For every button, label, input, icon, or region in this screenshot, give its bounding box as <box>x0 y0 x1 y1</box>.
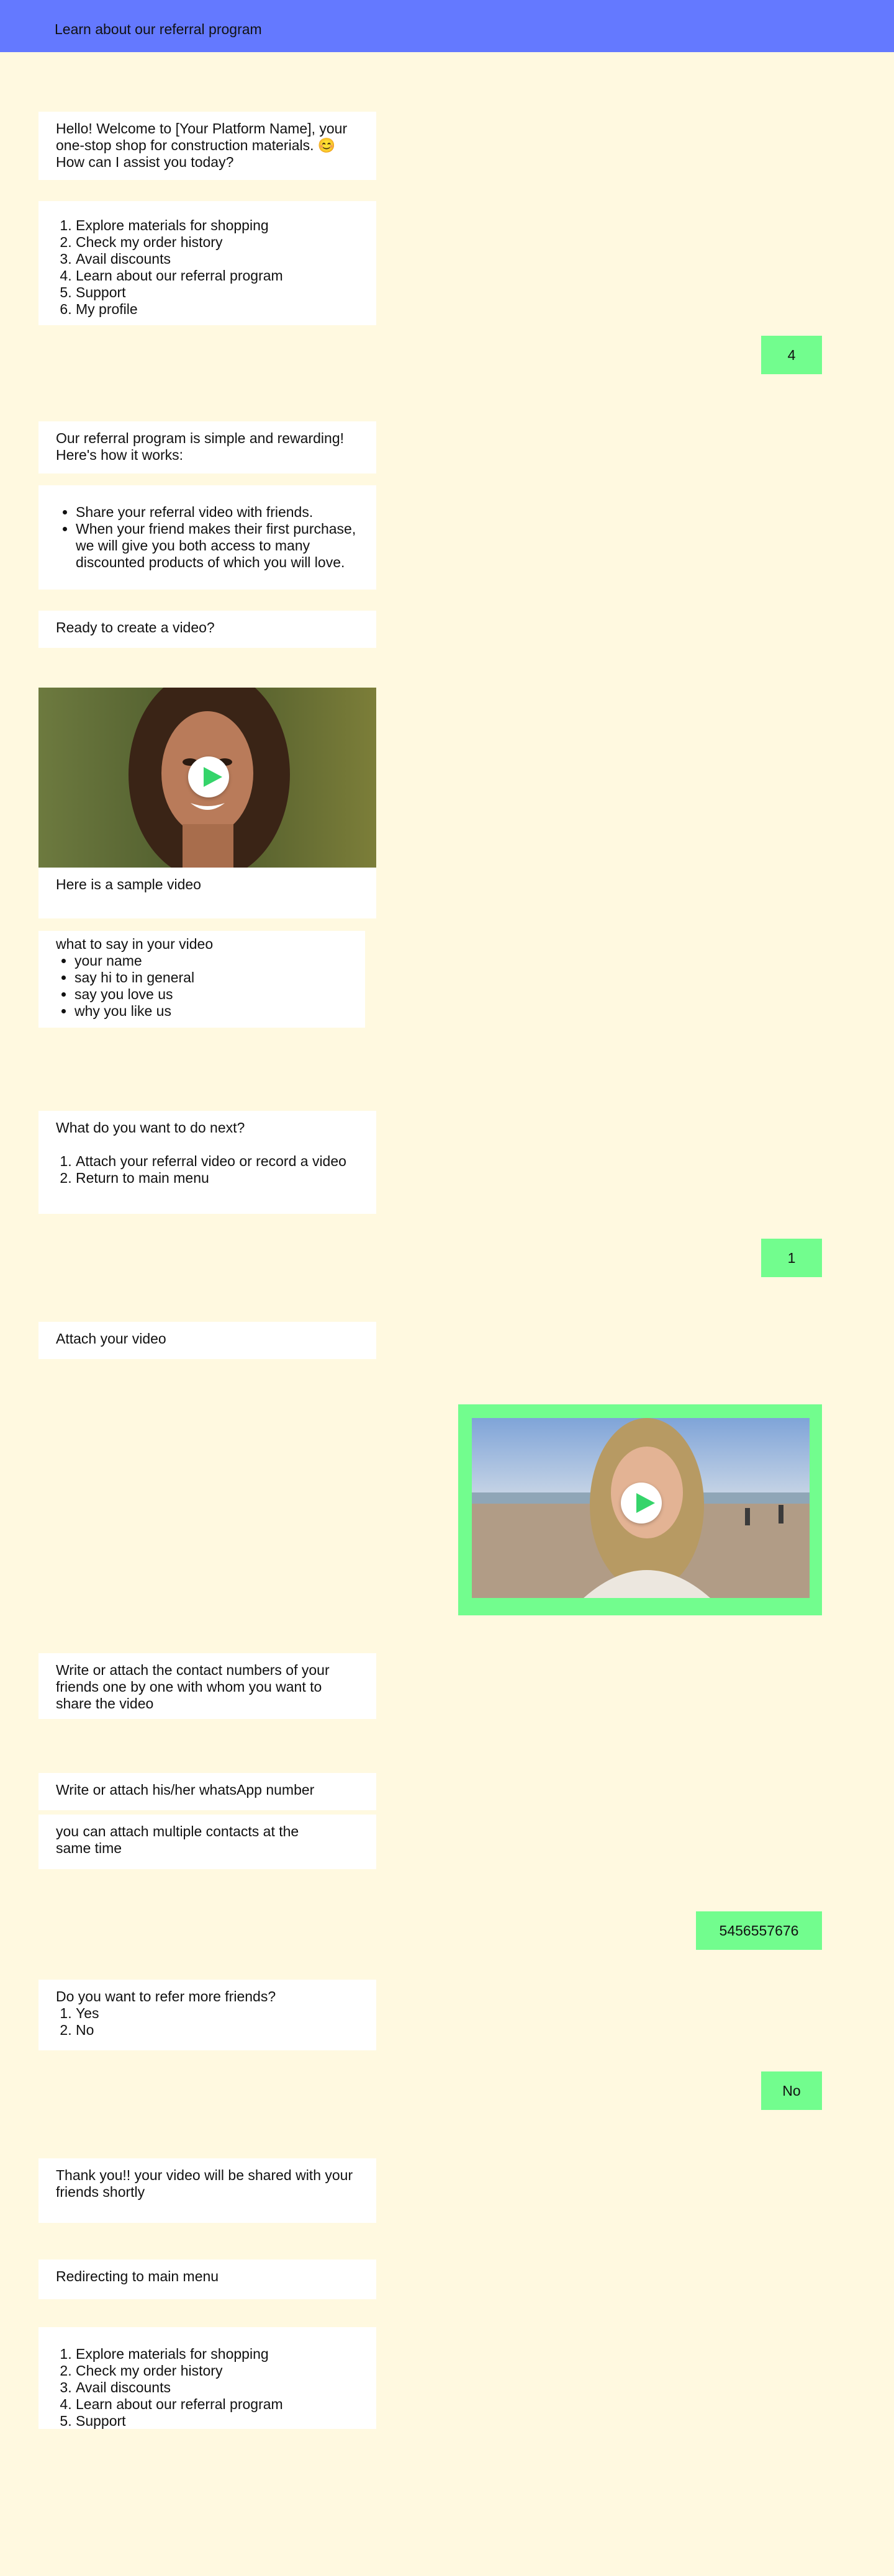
refer-more-text: Do you want to refer more friends? <box>56 1988 276 2004</box>
bot-message-referral-intro: Our referral program is simple and rewar… <box>38 421 376 473</box>
sample-video[interactable] <box>38 688 376 868</box>
next-option[interactable]: Attach your referral video or record a v… <box>76 1153 359 1170</box>
tips-title: what to say in your video <box>56 936 214 952</box>
tips-list: your name say hi to in general say you l… <box>56 953 348 1020</box>
referral-intro-text: Our referral program is simple and rewar… <box>56 430 345 463</box>
user-reply-phone: 5456557676 <box>696 1911 822 1950</box>
menu-option[interactable]: Explore materials for shopping <box>76 217 359 234</box>
referral-step: When your friend makes their first purch… <box>76 521 359 571</box>
user-reply-refer-more: No <box>761 2071 822 2110</box>
next-prompt-text: What do you want to do next? <box>56 1120 245 1136</box>
bot-message-sample-caption: Here is a sample video <box>38 868 376 918</box>
refer-more-options: Yes No <box>56 2005 359 2039</box>
attached-video-player[interactable] <box>472 1418 810 1598</box>
tip-item: say you love us <box>74 986 348 1003</box>
refer-more-option[interactable]: No <box>76 2022 359 2039</box>
multiple-hint-text: you can attach multiple contacts at the … <box>56 1823 299 1856</box>
referral-steps-list: Share your referral video with friends. … <box>56 504 359 571</box>
refer-more-option[interactable]: Yes <box>76 2005 359 2022</box>
menu-option[interactable]: My profile <box>76 301 359 318</box>
attach-prompt-text: Attach your video <box>56 1331 166 1347</box>
bot-message-contacts-prompt: Write or attach the contact numbers of y… <box>38 1653 376 1719</box>
bot-message-next-prompt: What do you want to do next? Attach your… <box>38 1111 376 1214</box>
thanks-text: Thank you!! your video will be shared wi… <box>56 2167 353 2200</box>
bot-message-thanks: Thank you!! your video will be shared wi… <box>38 2158 376 2223</box>
next-options-list: Attach your referral video or record a v… <box>56 1153 359 1187</box>
next-option[interactable]: Return to main menu <box>76 1170 359 1187</box>
whatsapp-prompt-text: Write or attach his/her whatsApp number <box>56 1782 315 1798</box>
tip-item: your name <box>74 953 348 969</box>
menu-option[interactable]: Support <box>76 284 359 301</box>
user-reply-menu-choice: 4 <box>761 336 822 374</box>
bot-message-main-menu-repeat: Explore materials for shopping Check my … <box>38 2327 376 2429</box>
bot-message-main-menu: Explore materials for shopping Check my … <box>38 201 376 325</box>
menu-option[interactable]: Avail discounts <box>76 251 359 267</box>
play-icon[interactable] <box>188 756 229 797</box>
menu-option[interactable]: Check my order history <box>76 2363 359 2379</box>
tip-item: why you like us <box>74 1003 348 1020</box>
referral-step: Share your referral video with friends. <box>76 504 359 521</box>
main-menu-repeat-list: Explore materials for shopping Check my … <box>56 2346 359 2430</box>
header-title: Learn about our referral program <box>55 21 262 37</box>
user-attached-video[interactable] <box>458 1404 822 1615</box>
sample-caption-text: Here is a sample video <box>56 876 201 892</box>
bot-message-multiple-hint: you can attach multiple contacts at the … <box>38 1815 376 1869</box>
chat-header: Learn about our referral program <box>0 0 894 52</box>
welcome-text: Hello! Welcome to [Your Platform Name], … <box>56 120 348 170</box>
bot-message-refer-more: Do you want to refer more friends? Yes N… <box>38 1980 376 2050</box>
bot-message-attach-prompt: Attach your video <box>38 1322 376 1359</box>
tip-item: say hi to in general <box>74 969 348 986</box>
bot-message-referral-steps: Share your referral video with friends. … <box>38 485 376 590</box>
menu-option[interactable]: Avail discounts <box>76 2379 359 2396</box>
menu-option[interactable]: Check my order history <box>76 234 359 251</box>
play-icon[interactable] <box>621 1483 662 1524</box>
bot-message-welcome: Hello! Welcome to [Your Platform Name], … <box>38 112 376 180</box>
bot-message-whatsapp-prompt: Write or attach his/her whatsApp number <box>38 1773 376 1810</box>
bot-message-ready-prompt: Ready to create a video? <box>38 611 376 648</box>
bot-message-redirecting: Redirecting to main menu <box>38 2260 376 2299</box>
menu-option[interactable]: Learn about our referral program <box>76 267 359 284</box>
menu-option[interactable]: Explore materials for shopping <box>76 2346 359 2363</box>
bot-message-video-tips: what to say in your video your name say … <box>38 931 365 1028</box>
menu-option[interactable]: Learn about our referral program <box>76 2396 359 2413</box>
user-reply-next-choice: 1 <box>761 1239 822 1277</box>
ready-prompt-text: Ready to create a video? <box>56 619 215 635</box>
menu-option[interactable]: Support <box>76 2413 359 2430</box>
main-menu-list: Explore materials for shopping Check my … <box>56 217 359 318</box>
contacts-prompt-text: Write or attach the contact numbers of y… <box>56 1662 330 1712</box>
redirecting-text: Redirecting to main menu <box>56 2268 219 2284</box>
